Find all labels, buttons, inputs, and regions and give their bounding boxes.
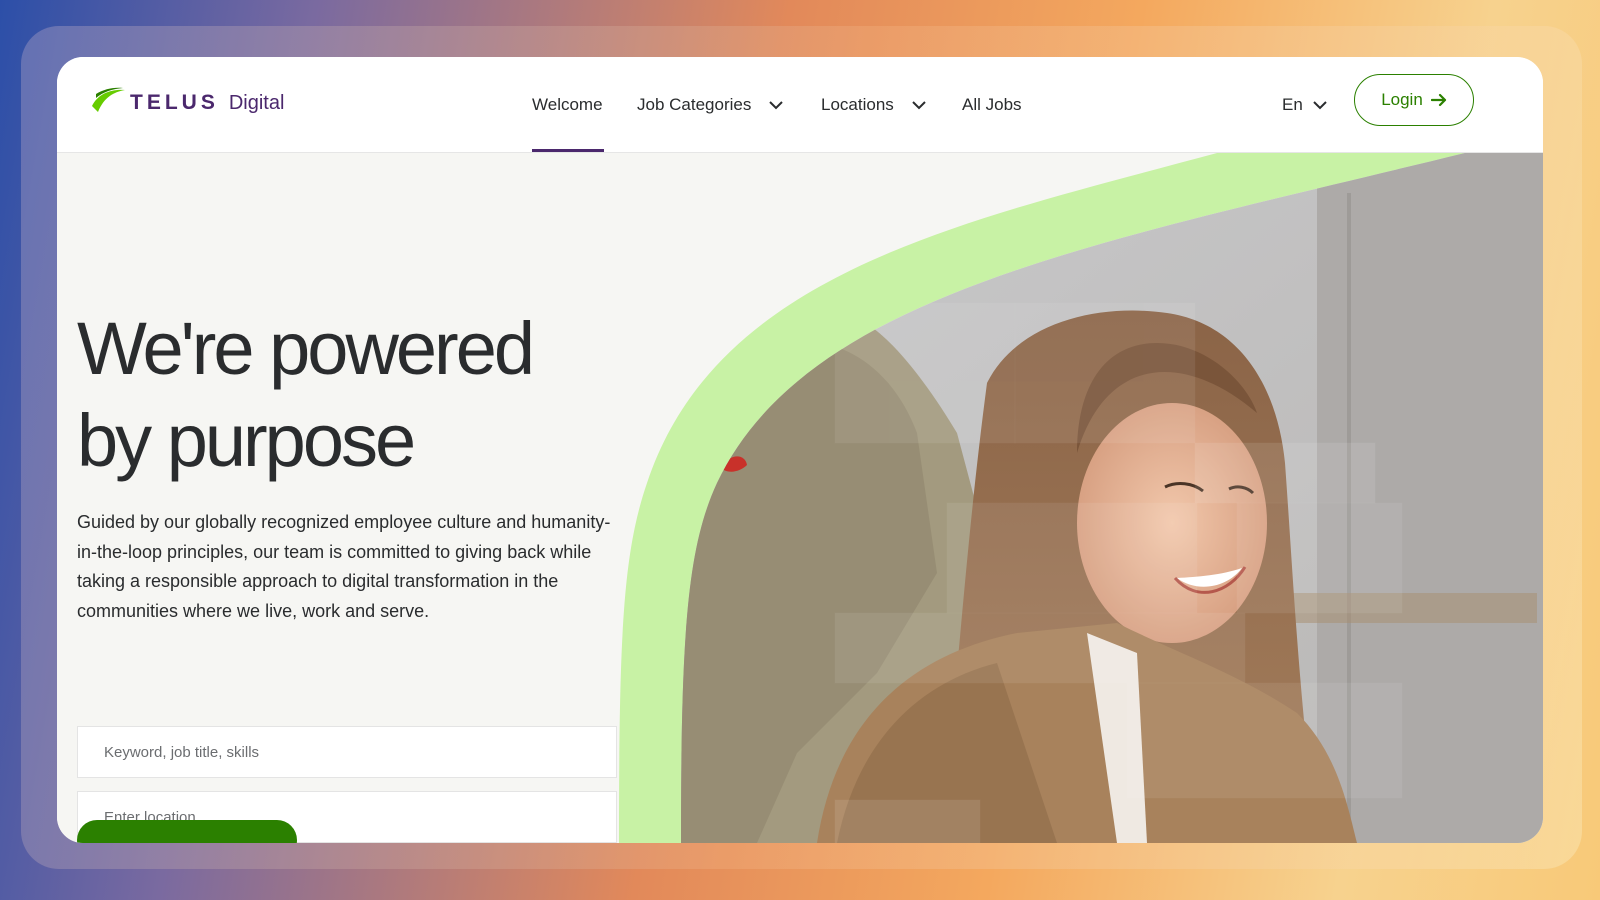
nav-locations[interactable]: Locations — [821, 90, 926, 120]
headline-line-1: We're powered — [77, 307, 535, 390]
telus-digital-logo[interactable]: TELUS Digital — [90, 85, 284, 121]
nav-all-jobs-label: All Jobs — [962, 95, 1022, 114]
login-button[interactable]: Login — [1354, 74, 1474, 126]
search-jobs-button[interactable] — [77, 820, 297, 843]
chevron-down-icon — [912, 100, 926, 110]
top-navigation: TELUS Digital Welcome Job Categories Loc… — [57, 57, 1543, 153]
language-label: En — [1282, 95, 1303, 114]
browser-window: TELUS Digital Welcome Job Categories Loc… — [57, 57, 1543, 843]
chevron-down-icon — [1313, 100, 1327, 110]
nav-job-categories[interactable]: Job Categories — [637, 90, 784, 120]
chevron-down-icon — [769, 100, 784, 110]
language-selector[interactable]: En — [1282, 90, 1327, 120]
logo-wordmark: TELUS — [130, 91, 219, 114]
hero-intro-text: Guided by our globally recognized employ… — [77, 512, 611, 621]
hero-headline: We're powered by purpose — [77, 303, 637, 487]
nav-welcome[interactable]: Welcome — [532, 90, 603, 120]
nav-locations-label: Locations — [821, 95, 894, 114]
keyword-search-input[interactable] — [77, 726, 617, 778]
active-nav-indicator — [532, 149, 604, 152]
hero-section: We're powered by purpose Guided by our g… — [57, 153, 1543, 843]
arrow-right-icon — [1430, 93, 1447, 107]
nav-all-jobs[interactable]: All Jobs — [962, 90, 1022, 120]
login-label: Login — [1381, 90, 1423, 109]
telus-leaf-icon — [90, 86, 126, 121]
logo-subtitle: Digital — [228, 91, 285, 114]
headline-line-2: by purpose — [77, 399, 416, 482]
nav-welcome-label: Welcome — [532, 95, 603, 114]
nav-job-categories-label: Job Categories — [637, 95, 752, 114]
